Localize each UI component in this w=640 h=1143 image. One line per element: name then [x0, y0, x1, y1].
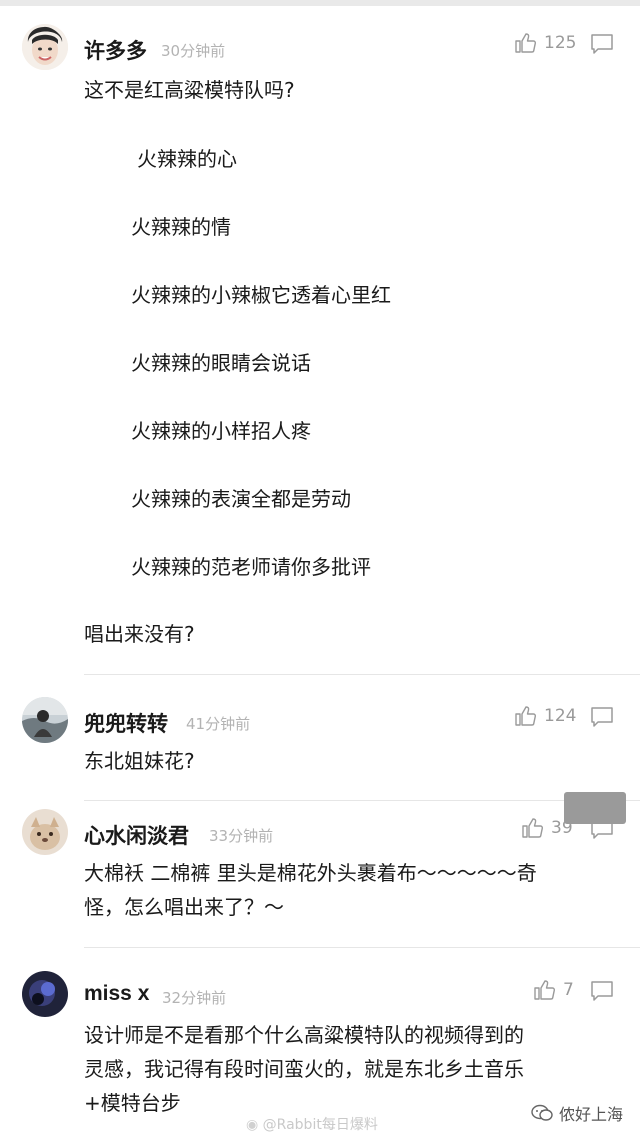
thumbs-up-icon: [534, 980, 556, 1000]
avatar-pet-icon: [22, 809, 68, 855]
comment-text: 设计师是不是看那个什么高粱模特队的视频得到的: [84, 1023, 524, 1047]
comments-page: 许多多 30分钟前 125 这不是红高粱模特队吗? 火辣辣的心 火辣辣的情 火辣…: [0, 0, 640, 1143]
divider: [84, 800, 640, 801]
divider: [84, 674, 640, 675]
like-button[interactable]: 39: [521, 816, 573, 840]
avatar[interactable]: [22, 697, 68, 743]
lyric-line: 火辣辣的情: [131, 215, 231, 239]
timestamp: 41分钟前: [186, 715, 251, 733]
lyric-line: 火辣辣的小辣椒它透着心里红: [131, 283, 391, 307]
like-count: 39: [551, 818, 573, 838]
comment-bubble-icon[interactable]: [590, 818, 614, 840]
timestamp: 32分钟前: [162, 989, 227, 1007]
lyric-line: 火辣辣的表演全都是劳动: [131, 487, 351, 511]
comment-bubble-icon[interactable]: [590, 33, 614, 55]
account-watermark: 侬好上海: [531, 1101, 623, 1125]
weibo-watermark-text: @Rabbit每日爆料: [262, 1117, 378, 1133]
lyric-line: 火辣辣的小样招人疼: [131, 419, 311, 443]
avatar-photo-icon: [22, 697, 68, 743]
comment-text: 唱出来没有?: [84, 622, 195, 646]
timestamp: 30分钟前: [161, 42, 226, 60]
comment-text: 这不是红高粱模特队吗?: [84, 78, 295, 102]
like-count: 124: [544, 706, 577, 726]
username[interactable]: miss x: [84, 982, 149, 1006]
like-count: 125: [544, 33, 577, 53]
lyric-line: 火辣辣的范老师请你多批评: [131, 555, 371, 579]
avatar[interactable]: [22, 809, 68, 855]
comment-bubble-icon[interactable]: [590, 980, 614, 1002]
username[interactable]: 心水闲淡君: [84, 820, 189, 850]
thumbs-up-icon: [515, 706, 537, 726]
comment-bubble-icon[interactable]: [590, 706, 614, 728]
wechat-logo-icon: [531, 1104, 553, 1121]
avatar-portrait-icon: [22, 24, 68, 70]
like-button[interactable]: 124: [514, 704, 576, 728]
timestamp: 33分钟前: [209, 827, 274, 845]
like-count: 7: [563, 980, 574, 1000]
avatar[interactable]: [22, 971, 68, 1017]
avatar[interactable]: [22, 24, 68, 70]
weibo-logo-icon: ◉: [246, 1117, 263, 1133]
thumbs-up-icon: [522, 818, 544, 838]
weibo-watermark: ◉ @Rabbit每日爆料: [246, 1114, 378, 1134]
comment-text: 灵感，我记得有段时间蛮火的，就是东北乡土音乐: [84, 1057, 524, 1081]
comment-text: 大棉袄 二棉裤 里头是棉花外头裹着布～～～～～奇: [84, 861, 537, 885]
thumbs-up-icon: [515, 33, 537, 53]
comment-text: 怪，怎么唱出来了？～: [84, 895, 284, 919]
username[interactable]: 许多多: [84, 35, 147, 65]
comment-text: 东北姐妹花?: [84, 749, 195, 773]
like-button[interactable]: 7: [533, 978, 574, 1002]
avatar-abstract-icon: [22, 971, 68, 1017]
lyric-line: 火辣辣的眼睛会说话: [131, 351, 311, 375]
account-watermark-text: 侬好上海: [559, 1105, 624, 1124]
username[interactable]: 兜兜转转: [84, 708, 168, 738]
like-button[interactable]: 125: [514, 31, 576, 55]
lyric-line: 火辣辣的心: [137, 147, 237, 171]
top-divider: [0, 0, 640, 6]
divider: [84, 947, 640, 948]
